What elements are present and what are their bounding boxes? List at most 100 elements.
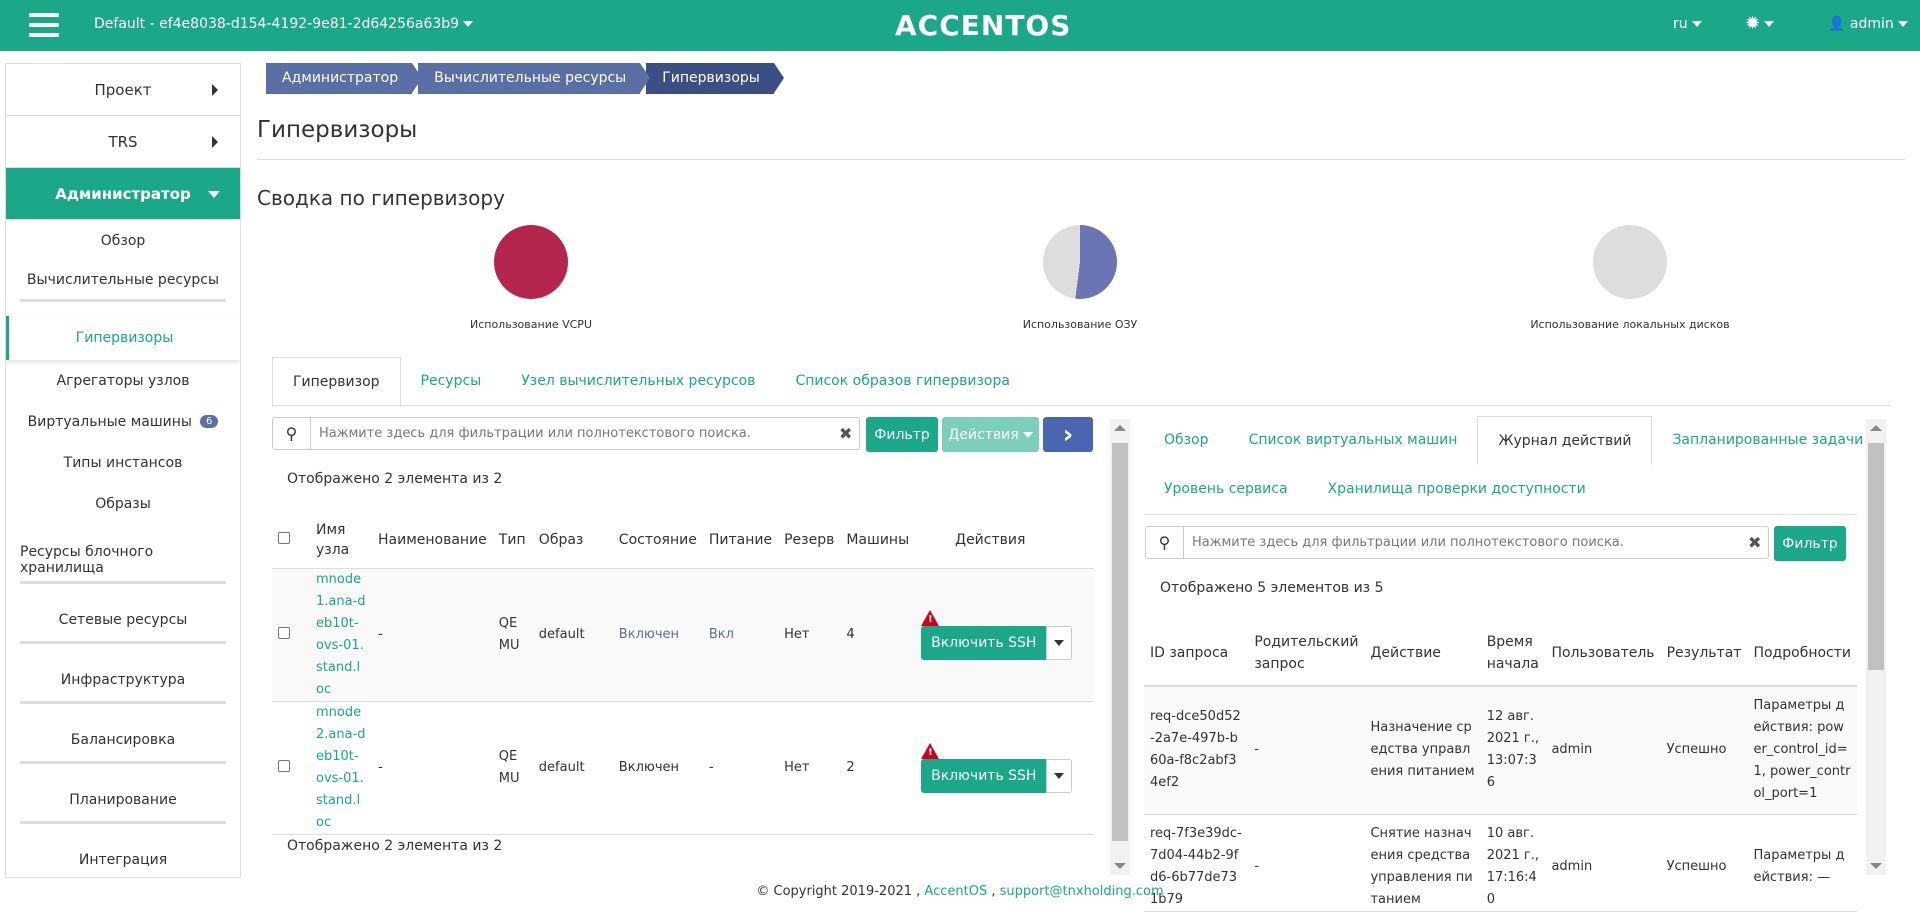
sidebar-item-block-storage[interactable]: Ресурсы блочного хранилища — [20, 524, 226, 584]
col-machines[interactable]: Машины — [840, 512, 916, 569]
language-dropdown[interactable]: ru — [1673, 16, 1702, 32]
type-cell: QEMU — [492, 701, 533, 835]
tab-availability-storage[interactable]: Хранилища проверки доступности — [1308, 465, 1606, 514]
disk-usage-pie — [1593, 225, 1667, 299]
scroll-down-icon[interactable] — [1114, 863, 1126, 869]
tab-hypervisor-images[interactable]: Список образов гипервизора — [775, 357, 1030, 406]
col-start-time[interactable]: Время начала — [1480, 620, 1546, 687]
col-result[interactable]: Результат — [1660, 620, 1748, 687]
col-type[interactable]: Тип — [492, 512, 533, 569]
search-icon: ⚲ — [1146, 527, 1184, 558]
enable-ssh-button[interactable]: Включить SSH — [921, 625, 1047, 660]
enable-ssh-button[interactable]: Включить SSH — [921, 758, 1047, 793]
log-search-input[interactable]: Нажмите здесь для фильтрации или полноте… — [1184, 535, 1748, 550]
tab-scheduled-tasks[interactable]: Запланированные задачи — [1652, 416, 1883, 465]
sidebar-item-aggregates[interactable]: Агрегаторы узлов — [6, 360, 240, 401]
tab-compute-node[interactable]: Узел вычислительных ресурсов — [501, 357, 775, 406]
chevron-down-icon — [1764, 21, 1775, 27]
tab-overview[interactable]: Обзор — [1144, 416, 1229, 465]
accentos-link[interactable]: AccentOS — [924, 884, 987, 899]
sidebar-admin-label: Администратор — [55, 184, 191, 203]
sidebar-trs[interactable]: TRS — [6, 116, 240, 168]
col-parent-request[interactable]: Родительский запрос — [1248, 620, 1365, 687]
right-scrollbar[interactable] — [1866, 419, 1886, 875]
breadcrumb-admin[interactable]: Администратор — [266, 63, 423, 94]
col-name[interactable]: Наименование — [372, 512, 493, 569]
parent-cell: - — [1248, 686, 1365, 815]
hypervisor-search[interactable]: ⚲ Нажмите здесь для фильтрации или полно… — [272, 417, 860, 450]
col-reserve[interactable]: Резерв — [778, 512, 841, 569]
row-checkbox[interactable] — [278, 759, 290, 772]
sidebar-item-infrastructure[interactable]: Инфраструктура — [20, 644, 226, 704]
tab-hypervisor[interactable]: Гипервизор — [272, 357, 401, 406]
col-details[interactable]: Подробности — [1747, 620, 1857, 687]
col-user[interactable]: Пользователь — [1545, 620, 1661, 687]
request-id-cell: req-dce50d52-2a7e-497b-b60a-f8c2abf34ef2 — [1144, 686, 1249, 815]
select-all-checkbox[interactable] — [278, 531, 290, 544]
scroll-up-icon[interactable] — [1114, 425, 1126, 431]
chevron-down-icon — [463, 21, 474, 27]
project-dropdown[interactable]: Default - ef4e8038-d154-4192-9e81-2d6425… — [94, 16, 474, 32]
user-icon: 👤 — [1828, 16, 1846, 32]
col-request-id[interactable]: ID запроса — [1144, 620, 1249, 687]
scroll-down-icon[interactable] — [1870, 863, 1882, 869]
sidebar-item-overview[interactable]: Обзор — [6, 220, 240, 261]
user-dropdown[interactable]: 👤 admin — [1828, 16, 1908, 32]
log-search[interactable]: ⚲ Нажмите здесь для фильтрации или полно… — [1145, 526, 1769, 559]
sidebar-item-flavors[interactable]: Типы инстансов — [6, 442, 240, 483]
col-image[interactable]: Образ — [532, 512, 613, 569]
breadcrumb-compute[interactable]: Вычислительные ресурсы — [418, 63, 651, 94]
filter-button[interactable]: Фильтр — [866, 417, 938, 452]
ssh-dropdown-toggle[interactable] — [1046, 758, 1073, 793]
sidebar-item-compute[interactable]: Вычислительные ресурсы — [20, 261, 226, 302]
sidebar-item-balancing[interactable]: Балансировка — [20, 704, 226, 764]
scrollbar-thumb[interactable] — [1112, 443, 1128, 841]
settings-dropdown[interactable]: ✹ — [1745, 13, 1775, 34]
sidebar-project-label: Проект — [94, 80, 152, 99]
col-state[interactable]: Состояние — [612, 512, 703, 569]
log-filter-button[interactable]: Фильтр — [1774, 526, 1846, 561]
sidebar: Проект TRS Администратор Обзор Вычислите… — [5, 63, 241, 878]
tab-action-log[interactable]: Журнал действий — [1477, 416, 1653, 465]
row-checkbox[interactable] — [278, 626, 290, 639]
sidebar-item-integration[interactable]: Интеграция — [20, 824, 226, 877]
menu-icon[interactable] — [29, 13, 59, 37]
user-label: admin — [1849, 16, 1894, 32]
host-name-text[interactable]: mnode2.ana-deb10t-ovs-01.stand.loc — [316, 705, 366, 830]
sidebar-admin[interactable]: Администратор — [6, 168, 240, 220]
tab-service-level[interactable]: Уровень сервиса — [1144, 465, 1308, 514]
clear-icon[interactable]: ✖ — [1748, 533, 1768, 552]
support-email-link[interactable]: support@tnxholding.com — [1000, 884, 1164, 899]
next-button[interactable]: › — [1043, 417, 1093, 452]
scrollbar-thumb[interactable] — [1868, 443, 1884, 670]
reserve-cell: Нет — [778, 568, 841, 702]
col-host-name[interactable]: Имя узла — [310, 512, 372, 569]
col-action[interactable]: Действие — [1364, 620, 1481, 687]
search-input[interactable]: Нажмите здесь для фильтрации или полноте… — [311, 426, 839, 441]
vcpu-usage-label: Использование VCPU — [469, 318, 592, 331]
scroll-up-icon[interactable] — [1870, 425, 1882, 431]
chevron-right-icon: › — [1062, 419, 1074, 450]
left-scrollbar[interactable] — [1110, 419, 1130, 875]
sidebar-project[interactable]: Проект — [6, 64, 240, 116]
logo: ACCENTOS — [895, 9, 1072, 42]
tab-resources[interactable]: Ресурсы — [401, 357, 502, 406]
sidebar-item-vms[interactable]: Виртуальные машины 6 — [6, 401, 240, 442]
col-power[interactable]: Питание — [702, 512, 779, 569]
actions-cell: ! Включить SSH — [915, 568, 1094, 702]
sidebar-item-hypervisors[interactable]: Гипервизоры — [6, 316, 240, 360]
clear-icon[interactable]: ✖ — [839, 424, 859, 443]
state-link[interactable]: Включен — [619, 627, 679, 642]
ssh-dropdown-toggle[interactable] — [1046, 625, 1073, 660]
sidebar-item-images[interactable]: Образы — [6, 483, 240, 524]
tab-vm-list[interactable]: Список виртуальных машин — [1229, 416, 1478, 465]
sidebar-item-scheduling[interactable]: Планирование — [20, 764, 226, 824]
host-name-link[interactable]: mnode2.ana-deb10t-ovs-01.stand.loc — [310, 701, 372, 835]
warning-icon: ! — [921, 609, 940, 626]
sidebar-item-network[interactable]: Сетевые ресурсы — [20, 584, 226, 644]
action-log-table: ID запроса Родительский запрос Действие … — [1144, 620, 1857, 912]
host-name-link[interactable]: mnode1.ana-deb10t-ovs-01.stand.loc — [310, 568, 372, 702]
host-name-text[interactable]: mnode1.ana-deb10t-ovs-01.stand.loc — [316, 572, 366, 697]
power-link[interactable]: Вкл — [709, 627, 734, 642]
actions-button[interactable]: Действия — [942, 417, 1039, 452]
